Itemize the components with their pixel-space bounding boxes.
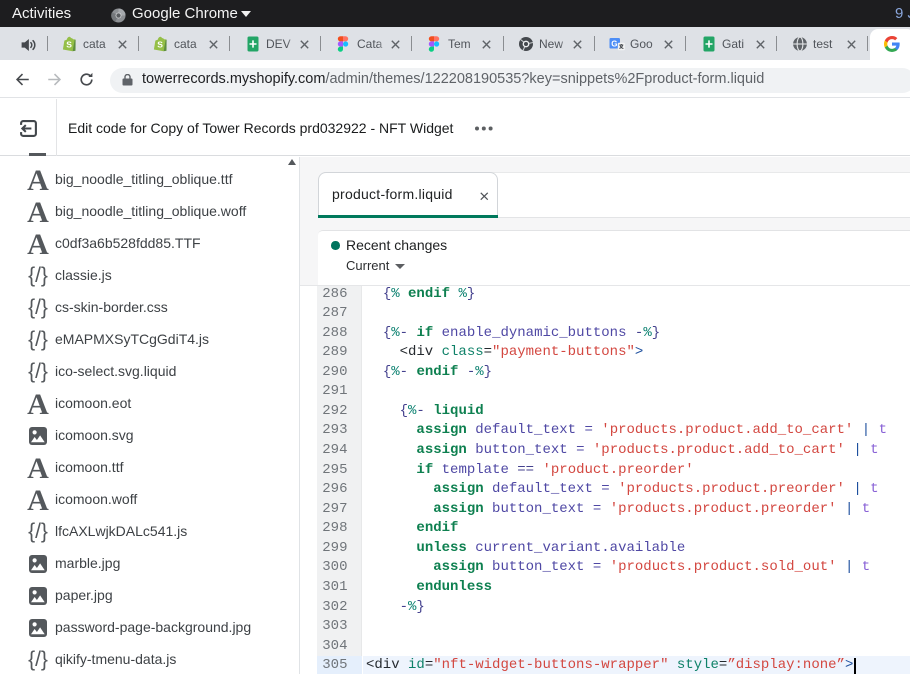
svg-text:S: S <box>157 40 163 50</box>
svg-text:G: G <box>611 39 617 48</box>
svg-text:S: S <box>66 40 72 50</box>
